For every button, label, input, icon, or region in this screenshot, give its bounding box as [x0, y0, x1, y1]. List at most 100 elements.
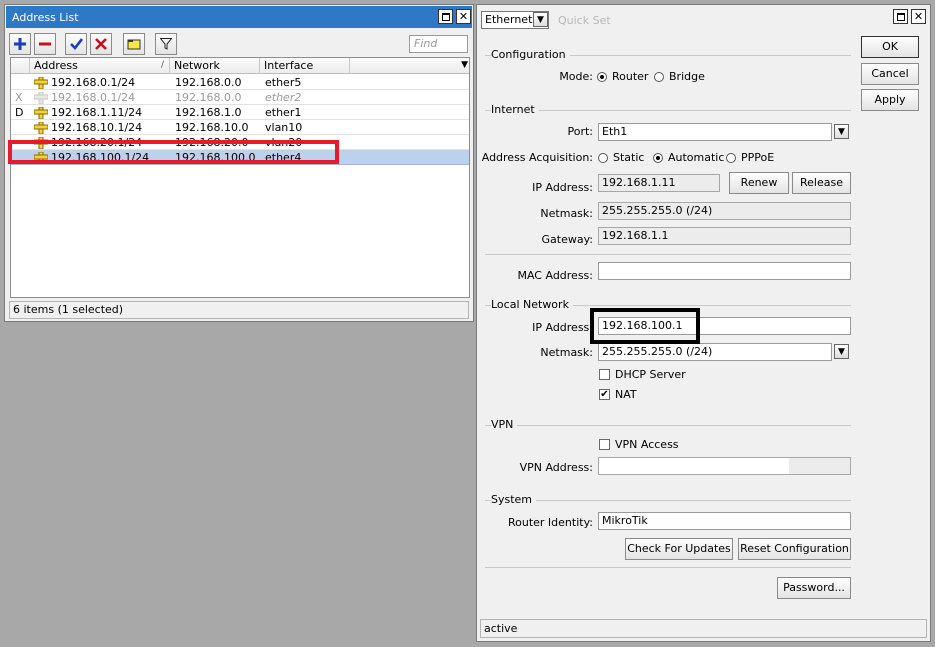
table-row[interactable]: 192.168.100.1/24 192.168.100.0 ether4 [11, 150, 469, 165]
row-network: 192.168.0.0 [175, 76, 242, 89]
row-address: 192.168.20.1/24 [51, 136, 143, 149]
add-icon [14, 38, 26, 50]
mode-router-radio[interactable]: Router [597, 70, 648, 83]
release-button[interactable]: Release [792, 172, 851, 194]
renew-button[interactable]: Renew [729, 172, 789, 194]
port-select[interactable]: Eth1 [598, 123, 832, 141]
disable-icon [95, 38, 107, 50]
quick-set-panel: Configuration Mode: Router Bridge Intern… [481, 29, 855, 617]
lan-netmask-dropdown-button[interactable]: ▼ [834, 344, 849, 359]
radio-label: Static [613, 151, 645, 164]
nat-checkbox[interactable]: ✔ NAT [599, 388, 637, 401]
remove-icon [39, 42, 51, 46]
ok-button[interactable]: OK [861, 36, 919, 58]
router-identity-value: MikroTik [602, 514, 648, 527]
address-list-titlebar[interactable]: Address List ✕ [6, 6, 472, 28]
address-icon [34, 92, 48, 104]
row-address: 192.168.1.11/24 [51, 106, 143, 119]
column-network[interactable]: Network [170, 58, 260, 74]
radio-label: Router [612, 70, 649, 83]
row-interface: vlan10 [265, 121, 303, 134]
column-interface-label: Interface [264, 59, 314, 72]
wan-netmask-value: 255.255.255.0 (/24) [602, 204, 713, 217]
filter-button[interactable] [155, 33, 177, 55]
dhcp-server-checkbox[interactable]: DHCP Server [599, 368, 686, 381]
find-input[interactable]: Find [409, 35, 468, 53]
check-icon: ✔ [599, 388, 610, 400]
vpn-address-label: VPN Address: [519, 461, 593, 474]
row-interface: ether2 [265, 91, 302, 104]
acq-pppoe-radio[interactable]: PPPoE [726, 151, 774, 164]
column-address[interactable]: Address / [30, 58, 170, 74]
radio-dot [597, 71, 607, 82]
cancel-button[interactable]: Cancel [861, 63, 919, 85]
comment-icon [127, 39, 141, 50]
acquisition-label: Address Acquisition: [481, 151, 593, 164]
table-row[interactable]: 192.168.0.1/24 192.168.0.0 ether5 [11, 75, 469, 90]
address-icon [34, 152, 48, 164]
section-internet: Internet [491, 103, 539, 116]
qs-maximize-button[interactable] [893, 9, 908, 24]
section-vpn: VPN [491, 418, 518, 431]
vpn-address-fill [599, 458, 789, 474]
quick-set-window: Ethernet ▼ Quick Set ✕ OK Cancel Apply C… [476, 4, 931, 642]
acq-static-radio[interactable]: Static [598, 151, 644, 164]
maximize-icon [441, 12, 450, 21]
qs-close-button[interactable]: ✕ [911, 9, 926, 24]
mode-dropdown-button[interactable]: ▼ [533, 12, 548, 27]
lan-netmask-select[interactable]: 255.255.255.0 (/24) [598, 343, 832, 361]
table-row[interactable]: D 192.168.1.11/24 192.168.1.0 ether1 [11, 105, 469, 120]
vpn-access-checkbox[interactable]: VPN Access [599, 438, 679, 451]
remove-button[interactable] [34, 33, 56, 55]
enable-button[interactable] [65, 33, 87, 55]
table-header: Address / Network Interface ▼ [11, 58, 469, 74]
disable-button[interactable] [90, 33, 112, 55]
row-flag: X [15, 91, 23, 104]
column-dropdown-icon[interactable]: ▼ [461, 58, 468, 73]
port-dropdown-button[interactable]: ▼ [834, 124, 849, 139]
divider [485, 425, 851, 426]
maximize-button[interactable] [438, 9, 453, 24]
radio-label: Bridge [669, 70, 705, 83]
table-row[interactable]: X 192.168.0.1/24 192.168.0.0 ether2 [11, 90, 469, 105]
acq-automatic-radio[interactable]: Automatic [653, 151, 724, 164]
reset-configuration-button[interactable]: Reset Configuration [738, 538, 851, 560]
add-button[interactable] [9, 33, 31, 55]
address-icon [34, 107, 48, 119]
gateway-value: 192.168.1.1 [602, 229, 669, 242]
quick-set-title: Quick Set [558, 14, 611, 27]
radio-dot [598, 152, 608, 163]
port-label: Port: [567, 125, 593, 138]
radio-dot [653, 152, 663, 163]
check-updates-button[interactable]: Check For Updates [625, 538, 733, 560]
router-identity-field[interactable]: MikroTik [598, 512, 851, 530]
row-address: 192.168.10.1/24 [51, 121, 143, 134]
filter-icon [160, 38, 172, 50]
column-flag[interactable] [11, 58, 30, 74]
enable-icon [69, 38, 83, 50]
close-button[interactable]: ✕ [456, 9, 471, 24]
comment-button[interactable] [123, 33, 145, 55]
address-list-window: Address List ✕ Find Address / Network In… [4, 4, 474, 322]
radio-dot [726, 152, 736, 163]
quick-set-status: active [480, 619, 927, 638]
password-button[interactable]: Password... [777, 577, 851, 599]
table-row[interactable]: 192.168.10.1/24 192.168.10.0 vlan10 [11, 120, 469, 135]
column-interface[interactable]: Interface [260, 58, 350, 74]
lan-ip-field[interactable]: 192.168.100.1 [598, 317, 851, 335]
vpn-address-field [598, 457, 851, 475]
quick-set-titlebar[interactable]: Ethernet ▼ Quick Set ✕ [478, 6, 929, 29]
mode-bridge-radio[interactable]: Bridge [654, 70, 705, 83]
mac-field[interactable] [598, 262, 851, 280]
row-network: 192.168.1.0 [175, 106, 242, 119]
lan-netmask-value: 255.255.255.0 (/24) [602, 345, 713, 358]
row-network: 192.168.20.0 [175, 136, 249, 149]
divider [485, 500, 851, 501]
table-row[interactable]: 192.168.20.1/24 192.168.20.0 vlan20 [11, 135, 469, 150]
row-interface: ether1 [265, 106, 302, 119]
lan-netmask-label: Netmask: [540, 346, 593, 359]
address-table: Address / Network Interface ▼ 192.168.0.… [10, 57, 470, 298]
apply-button[interactable]: Apply [861, 89, 919, 111]
maximize-icon [896, 12, 905, 21]
section-system: System [491, 493, 537, 506]
